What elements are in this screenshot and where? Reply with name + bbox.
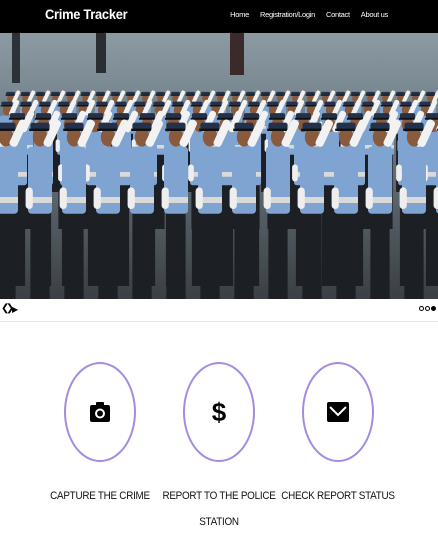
feature-circle[interactable] (302, 362, 374, 462)
carousel-indicators (419, 306, 436, 311)
svg-text:$: $ (212, 398, 227, 426)
carousel-dot-2[interactable] (425, 306, 430, 311)
camera-icon (90, 402, 110, 422)
nav-contact[interactable]: Contact (326, 10, 350, 19)
feature-status[interactable]: CHECK REPORT STATUS (263, 362, 413, 532)
envelope-icon (327, 402, 349, 422)
feature-circle[interactable] (64, 362, 136, 462)
feature-circle[interactable]: $ (183, 362, 255, 462)
nav-about-us[interactable]: About us (361, 10, 389, 19)
nav-home[interactable]: Home (230, 10, 249, 19)
nav-links: Home Registration/Login Contact About us (230, 10, 388, 19)
top-navbar: Crime Tracker Home Registration/Login Co… (0, 0, 438, 33)
nav-registration-login[interactable]: Registration/Login (260, 10, 315, 19)
carousel-dot-3[interactable] (431, 306, 436, 311)
dollar-icon: $ (212, 398, 227, 426)
parade-photo (0, 33, 438, 299)
carousel-controls: ❮ ❯ ▶ (0, 299, 438, 321)
hero-carousel[interactable] (0, 33, 438, 299)
section-divider (0, 321, 438, 322)
carousel-dot-1[interactable] (419, 306, 424, 311)
feature-label: CHECK REPORT STATUS (281, 490, 395, 502)
carousel-play-icon[interactable]: ▶ (12, 305, 18, 315)
brand-logo[interactable]: Crime Tracker (45, 6, 128, 22)
